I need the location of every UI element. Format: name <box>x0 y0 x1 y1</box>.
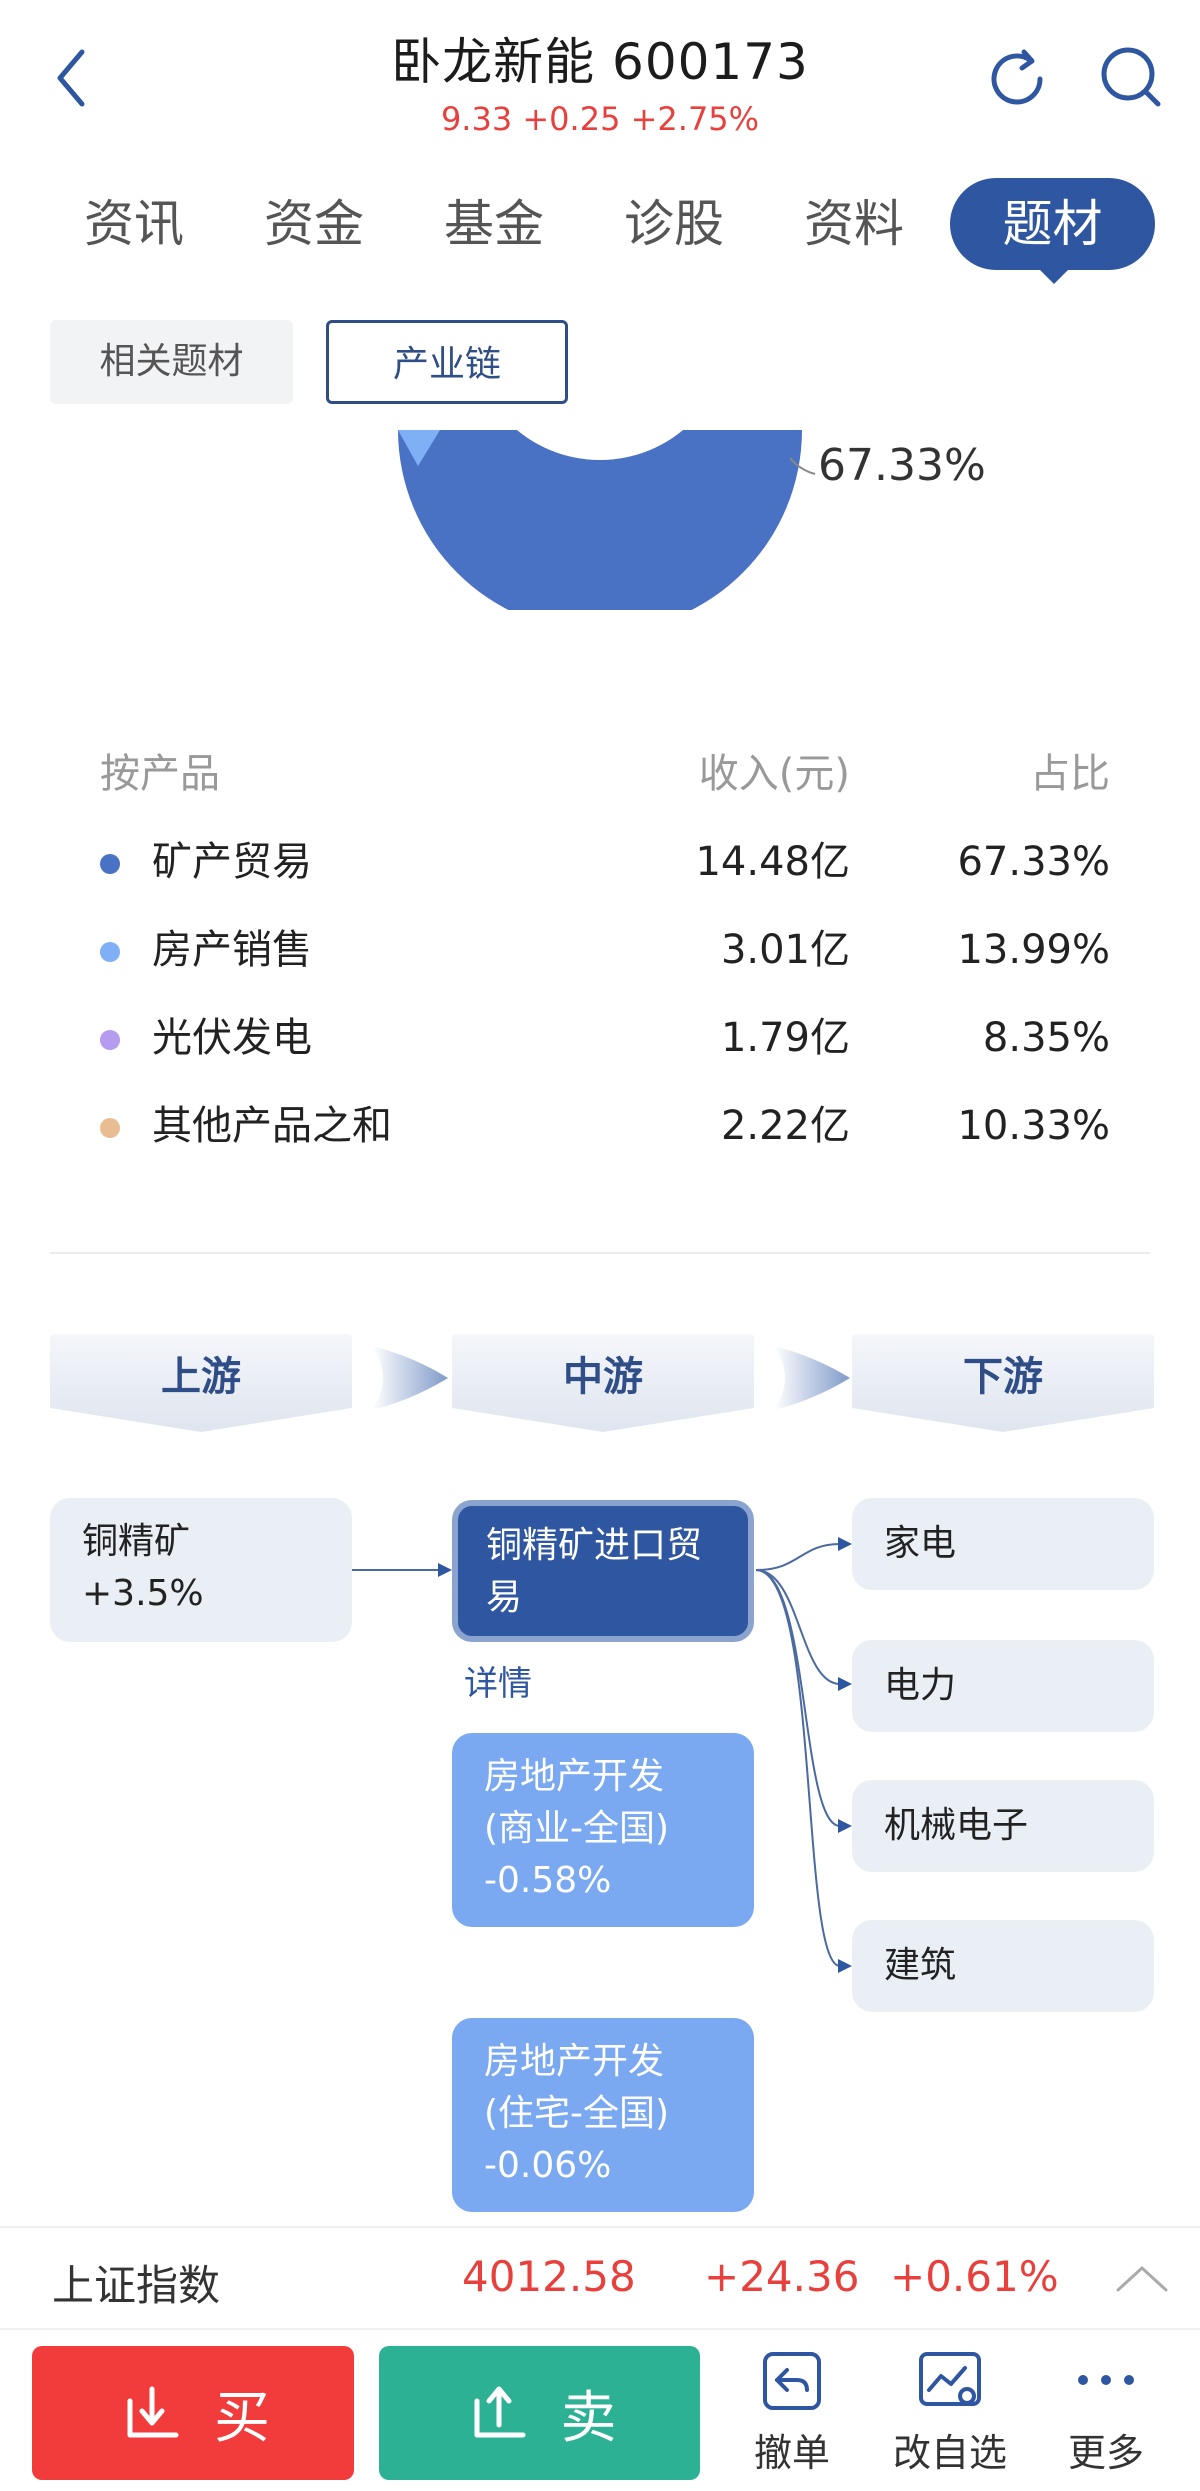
legend-dot <box>100 1030 120 1050</box>
table-row: 光伏发电 1.79亿 8.35% <box>100 994 1110 1082</box>
header: 卧龙新能 600173 9.33 +0.25 +2.75% <box>0 0 1200 160</box>
buy-arrow-icon <box>127 2386 179 2438</box>
stage-midstream: 中游 <box>452 1334 754 1434</box>
stage-upstream-label: 上游 <box>161 1354 241 1400</box>
subtab-industry-chain[interactable]: 产业链 <box>326 320 568 404</box>
downstream-node-machinery-electronics[interactable]: 机械电子 <box>852 1780 1154 1872</box>
stage-arrow-icon <box>372 1346 448 1410</box>
table-row: 其他产品之和 2.22亿 10.33% <box>100 1082 1110 1170</box>
downstream-node-power[interactable]: 电力 <box>852 1640 1154 1732</box>
bottom-action-bar: 买 卖 撤单 改自选 更多 <box>0 2328 1200 2491</box>
more-icon <box>1078 2375 1134 2385</box>
legend-dot <box>100 1118 120 1138</box>
product-revenue-table: 按产品 收入(元) 占比 矿产贸易 14.48亿 67.33% 房产销售 3.0… <box>100 730 1110 1170</box>
midstream-node-copper-import[interactable]: 铜精矿进口贸易 <box>452 1500 754 1642</box>
upstream-node-copper-ore[interactable]: 铜精矿 +3.5% <box>50 1498 352 1642</box>
table-row: 房产销售 3.01亿 13.99% <box>100 906 1110 994</box>
product-name: 其他产品之和 <box>152 1103 392 1149</box>
buy-button[interactable]: 买 <box>32 2346 354 2480</box>
stage-upstream: 上游 <box>50 1334 352 1434</box>
section-divider <box>50 1252 1150 1254</box>
stage-midstream-label: 中游 <box>563 1354 643 1400</box>
header-revenue: 收入(元) <box>698 751 850 797</box>
product-share: 10.33% <box>957 1103 1110 1149</box>
table-header: 按产品 收入(元) 占比 <box>100 730 1110 818</box>
donut-share-label: 67.33% <box>818 440 986 491</box>
tab-diagnosis[interactable]: 诊股 <box>584 178 764 270</box>
downstream-node-appliances[interactable]: 家电 <box>852 1498 1154 1590</box>
midstream-node-commercial-real-estate[interactable]: 房地产开发 (商业-全国) -0.58% <box>452 1733 754 1927</box>
back-icon[interactable] <box>48 38 98 118</box>
product-share: 67.33% <box>957 839 1110 885</box>
edit-watchlist-button[interactable]: 改自选 <box>880 2346 1020 2486</box>
stock-title: 卧龙新能 600173 <box>391 33 809 91</box>
midstream-node-residential-real-estate[interactable]: 房地产开发 (住宅-全国) -0.06% <box>452 2018 754 2212</box>
more-label: 更多 <box>1067 2431 1144 2475</box>
product-share: 8.35% <box>982 1015 1110 1061</box>
chevron-up-icon[interactable] <box>1112 2258 1172 2298</box>
edit-watchlist-label: 改自选 <box>892 2431 1007 2475</box>
tab-funds-flow[interactable]: 资金 <box>224 178 404 270</box>
index-change: +24.36 <box>704 2252 860 2301</box>
product-name: 房产销售 <box>152 927 312 973</box>
index-change-pct: +0.61% <box>890 2252 1059 2301</box>
product-revenue: 2.22亿 <box>720 1103 850 1149</box>
stage-downstream-label: 下游 <box>963 1354 1043 1400</box>
cancel-order-icon <box>763 2352 821 2410</box>
sell-label: 卖 <box>560 2385 617 2451</box>
sell-button[interactable]: 卖 <box>379 2346 700 2480</box>
downstream-node-construction[interactable]: 建筑 <box>852 1920 1154 2012</box>
tab-profile[interactable]: 资料 <box>764 178 944 270</box>
cancel-order-button[interactable]: 撤单 <box>722 2346 862 2486</box>
header-product: 按产品 <box>100 751 220 797</box>
stock-title-block: 卧龙新能 600173 9.33 +0.25 +2.75% <box>300 22 900 138</box>
stage-downstream: 下游 <box>852 1334 1154 1434</box>
edit-watchlist-icon <box>919 2352 981 2406</box>
tab-theme[interactable]: 题材 <box>950 178 1155 270</box>
table-row: 矿产贸易 14.48亿 67.33% <box>100 818 1110 906</box>
active-tab-pointer <box>1038 268 1070 284</box>
revenue-donut-chart <box>0 430 1200 610</box>
main-tabs: 资讯 资金 基金 诊股 资料 题材 <box>0 178 1200 278</box>
index-value: 4012.58 <box>462 2252 636 2301</box>
product-name: 光伏发电 <box>152 1015 312 1061</box>
stage-arrow-icon <box>774 1346 850 1410</box>
product-share: 13.99% <box>957 927 1110 973</box>
product-name: 矿产贸易 <box>152 839 312 885</box>
product-revenue: 1.79亿 <box>720 1015 850 1061</box>
header-share: 占比 <box>1030 751 1110 797</box>
detail-link[interactable]: 详情 <box>464 1656 532 1705</box>
legend-dot <box>100 942 120 962</box>
more-button[interactable]: 更多 <box>1036 2346 1176 2486</box>
product-revenue: 3.01亿 <box>720 927 850 973</box>
tab-fund[interactable]: 基金 <box>404 178 584 270</box>
index-name: 上证指数 <box>52 2261 221 2310</box>
refresh-icon[interactable] <box>982 44 1052 114</box>
sell-arrow-icon <box>474 2386 525 2438</box>
cancel-order-label: 撤单 <box>753 2431 830 2475</box>
search-icon[interactable] <box>1096 42 1166 112</box>
tab-news[interactable]: 资讯 <box>44 178 224 270</box>
stock-quote: 9.33 +0.25 +2.75% <box>440 100 760 138</box>
legend-dot <box>100 854 120 874</box>
product-revenue: 14.48亿 <box>695 839 850 885</box>
index-ticker-bar[interactable]: 上证指数 4012.58 +24.36 +0.61% <box>0 2226 1200 2326</box>
buy-label: 买 <box>214 2385 270 2451</box>
subtab-related-themes[interactable]: 相关题材 <box>50 320 293 404</box>
